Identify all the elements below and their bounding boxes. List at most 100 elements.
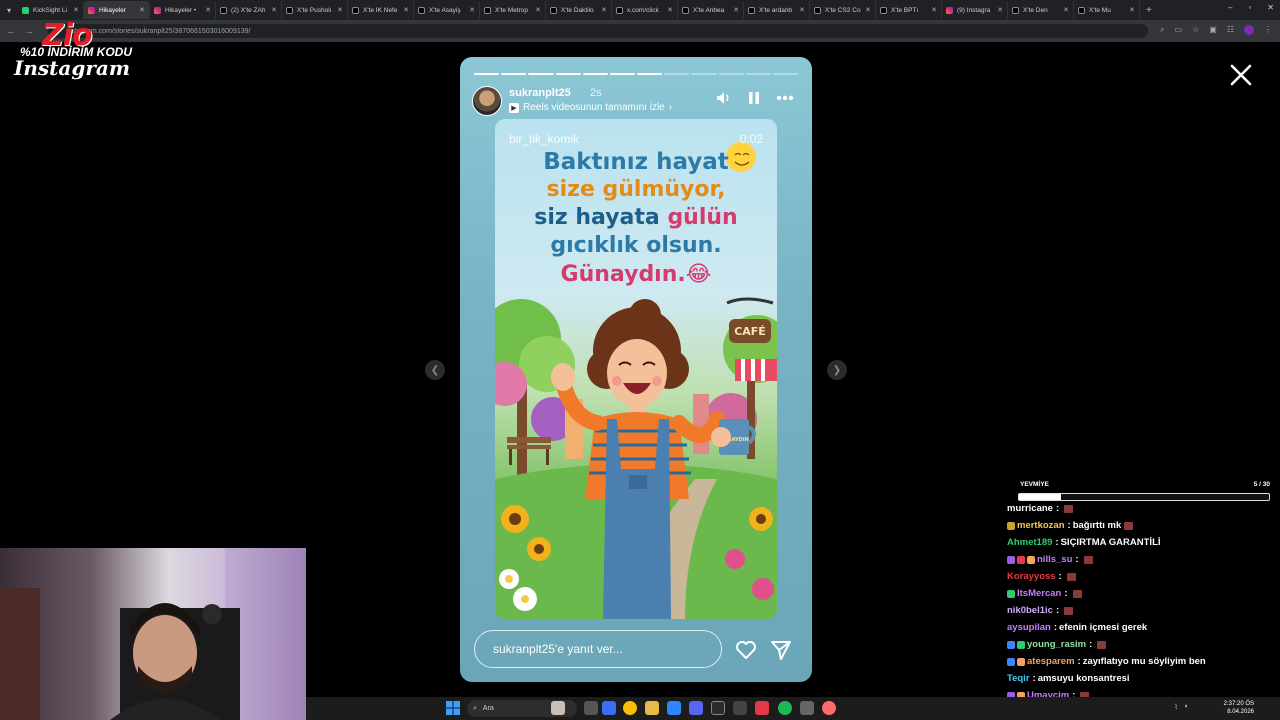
chat-username[interactable]: Korayyoss xyxy=(1007,568,1056,585)
browser-tab[interactable]: X'te Mu ✕ xyxy=(1074,1,1140,19)
cafe-sign-text: CAFÉ xyxy=(734,325,766,338)
tab-close-icon[interactable]: ✕ xyxy=(73,6,79,14)
extensions-icon[interactable]: ▣ xyxy=(1209,25,1217,35)
story-progress-segment xyxy=(528,73,554,75)
tab-close-icon[interactable]: ✕ xyxy=(271,6,277,14)
tab-close-icon[interactable]: ✕ xyxy=(601,6,607,14)
browser-tab[interactable]: X'te Den ✕ xyxy=(1008,1,1074,19)
chat-username[interactable]: aysupilan xyxy=(1007,619,1051,636)
browser-tab[interactable]: Hikayeler • ✕ xyxy=(150,1,216,19)
taskbar-app-widget[interactable] xyxy=(551,701,565,715)
tab-close-icon[interactable]: ✕ xyxy=(799,6,805,14)
chat-badge-icon xyxy=(1007,521,1015,530)
chat-username[interactable]: ItsMercan xyxy=(1017,585,1061,602)
chat-username[interactable]: nik0bel1ic xyxy=(1007,602,1053,619)
browser-tab[interactable]: (2) X'te ZAh ✕ xyxy=(216,1,282,19)
taskbar-app-spotify[interactable] xyxy=(778,701,792,715)
browser-tab[interactable]: X'te Daktilo ✕ xyxy=(546,1,612,19)
tab-close-icon[interactable]: ✕ xyxy=(535,6,541,14)
tab-close-icon[interactable]: ✕ xyxy=(469,6,475,14)
close-story-icon[interactable] xyxy=(1228,62,1254,88)
tab-search-button[interactable]: ▾ xyxy=(0,0,18,20)
taskbar-app-steam[interactable] xyxy=(711,701,725,715)
bookmark-star-icon[interactable]: ☆ xyxy=(1192,25,1199,35)
chat-message: nik0bel1ic: xyxy=(1007,602,1277,619)
taskbar-app-red[interactable] xyxy=(755,701,769,715)
tab-close-icon[interactable]: ✕ xyxy=(337,6,343,14)
browser-tab[interactable]: X'te BPTı ✕ xyxy=(876,1,942,19)
story-author-name[interactable]: sukranplt25 xyxy=(509,87,571,99)
chat-username[interactable]: Teqir xyxy=(1007,670,1030,687)
pause-icon[interactable] xyxy=(748,91,760,105)
install-icon[interactable]: ▭ xyxy=(1175,25,1183,35)
more-options-icon[interactable] xyxy=(776,95,794,101)
taskbar-app-obs[interactable] xyxy=(733,701,747,715)
like-heart-icon[interactable] xyxy=(734,638,758,662)
taskbar-app-misc[interactable] xyxy=(800,701,814,715)
browser-tab[interactable]: (9) Instagra ✕ xyxy=(942,1,1008,19)
browser-tab[interactable]: X'te Anbea ✕ xyxy=(678,1,744,19)
tab-close-icon[interactable]: ✕ xyxy=(733,6,739,14)
reels-link[interactable]: ▶ Reels videosunun tamamını izle › xyxy=(509,102,672,113)
browser-tab[interactable]: X'te Asayiş ✕ xyxy=(414,1,480,19)
browser-tab[interactable]: KickSight Li ✕ xyxy=(18,1,84,19)
taskbar-app-chrome-2[interactable] xyxy=(822,701,836,715)
chat-username[interactable]: atesparem xyxy=(1027,653,1075,670)
chat-message: young_rasim: xyxy=(1007,636,1277,653)
tab-close-icon[interactable]: ✕ xyxy=(997,6,1003,14)
taskbar-app-chrome[interactable] xyxy=(623,701,637,715)
maximize-icon[interactable]: ▫ xyxy=(1248,3,1251,12)
browser-tab[interactable]: X'te Pusholı ✕ xyxy=(282,1,348,19)
browser-tab-bar: ▾ KickSight Li ✕ Hikayeler ✕ Hikayeler • ✕ (2)… xyxy=(0,0,1280,20)
browser-menu-icon[interactable]: ⋮ xyxy=(1264,25,1272,35)
browser-tab[interactable]: X'te ardanb ✕ xyxy=(744,1,810,19)
clock-date: 8.04.2026 xyxy=(1227,709,1254,715)
browser-tab[interactable]: Hikayeler ✕ xyxy=(84,1,150,19)
taskbar-app-explorer[interactable] xyxy=(645,701,659,715)
story-reply-input[interactable]: sukranplt25'e yanıt ver... xyxy=(474,630,722,668)
volume-icon[interactable] xyxy=(716,91,732,105)
chat-emote-icon xyxy=(1097,640,1107,649)
taskbar-app-copilot[interactable] xyxy=(602,701,616,715)
network-icon[interactable]: ⌇ xyxy=(1174,703,1177,711)
taskbar-app-taskview[interactable] xyxy=(584,701,598,715)
taskbar-app-discord[interactable] xyxy=(689,701,703,715)
profile-avatar[interactable] xyxy=(1244,25,1254,35)
tab-close-icon[interactable]: ✕ xyxy=(865,6,871,14)
tab-close-icon[interactable]: ✕ xyxy=(931,6,937,14)
taskbar-app-edge[interactable] xyxy=(667,701,681,715)
tab-close-icon[interactable]: ✕ xyxy=(139,6,145,14)
chat-username[interactable]: young_rasim xyxy=(1027,636,1086,653)
address-icons: ⌕ ▭ ☆ ▣ ☷ ⋮ xyxy=(1160,25,1272,35)
url-field[interactable]: instagram.com/stories/sukranplt25/387066… xyxy=(48,24,1148,38)
tab-close-icon[interactable]: ✕ xyxy=(1063,6,1069,14)
story-progress-segment xyxy=(718,73,744,75)
windows-start-icon[interactable] xyxy=(446,701,460,715)
tab-close-icon[interactable]: ✕ xyxy=(205,6,211,14)
new-tab-button[interactable]: + xyxy=(1146,5,1152,16)
previous-story-button[interactable]: ❮ xyxy=(425,360,445,380)
close-window-icon[interactable]: ✕ xyxy=(1267,3,1274,12)
browser-tab[interactable]: X'te İK Nefe ✕ xyxy=(348,1,414,19)
tab-close-icon[interactable]: ✕ xyxy=(667,6,673,14)
browser-tab[interactable]: X'te Metrop ✕ xyxy=(480,1,546,19)
tab-favicon xyxy=(748,6,755,14)
minimize-icon[interactable]: – xyxy=(1228,3,1232,12)
chat-username[interactable]: nills_su xyxy=(1037,551,1072,568)
story-media[interactable]: CAFÉ GÜNAYDIN bir_tik_komik 0:02 Baktını… xyxy=(495,119,777,619)
next-story-button[interactable]: ❯ xyxy=(827,360,847,380)
browser-tab[interactable]: X'te CS2 Co ✕ xyxy=(810,1,876,19)
browser-tab[interactable]: x.com/click ✕ xyxy=(612,1,678,19)
chat-username[interactable]: mertkozan xyxy=(1017,517,1065,534)
tab-close-icon[interactable]: ✕ xyxy=(1129,6,1135,14)
sidebar-icon[interactable]: ☷ xyxy=(1227,25,1234,35)
chevron-right-icon: ❯ xyxy=(832,364,842,376)
chat-username[interactable]: murricane xyxy=(1007,500,1053,517)
zoom-icon[interactable]: ⌕ xyxy=(1160,25,1164,35)
taskbar-clock[interactable]: 2:37:20 ÖS 8.04.2026 xyxy=(1224,700,1254,716)
story-author-avatar[interactable] xyxy=(472,86,502,116)
chat-username[interactable]: Ahmet189 xyxy=(1007,534,1052,551)
send-icon[interactable] xyxy=(769,638,793,662)
tab-close-icon[interactable]: ✕ xyxy=(403,6,409,14)
volume-tray-icon[interactable]: ◖ xyxy=(1184,703,1188,711)
